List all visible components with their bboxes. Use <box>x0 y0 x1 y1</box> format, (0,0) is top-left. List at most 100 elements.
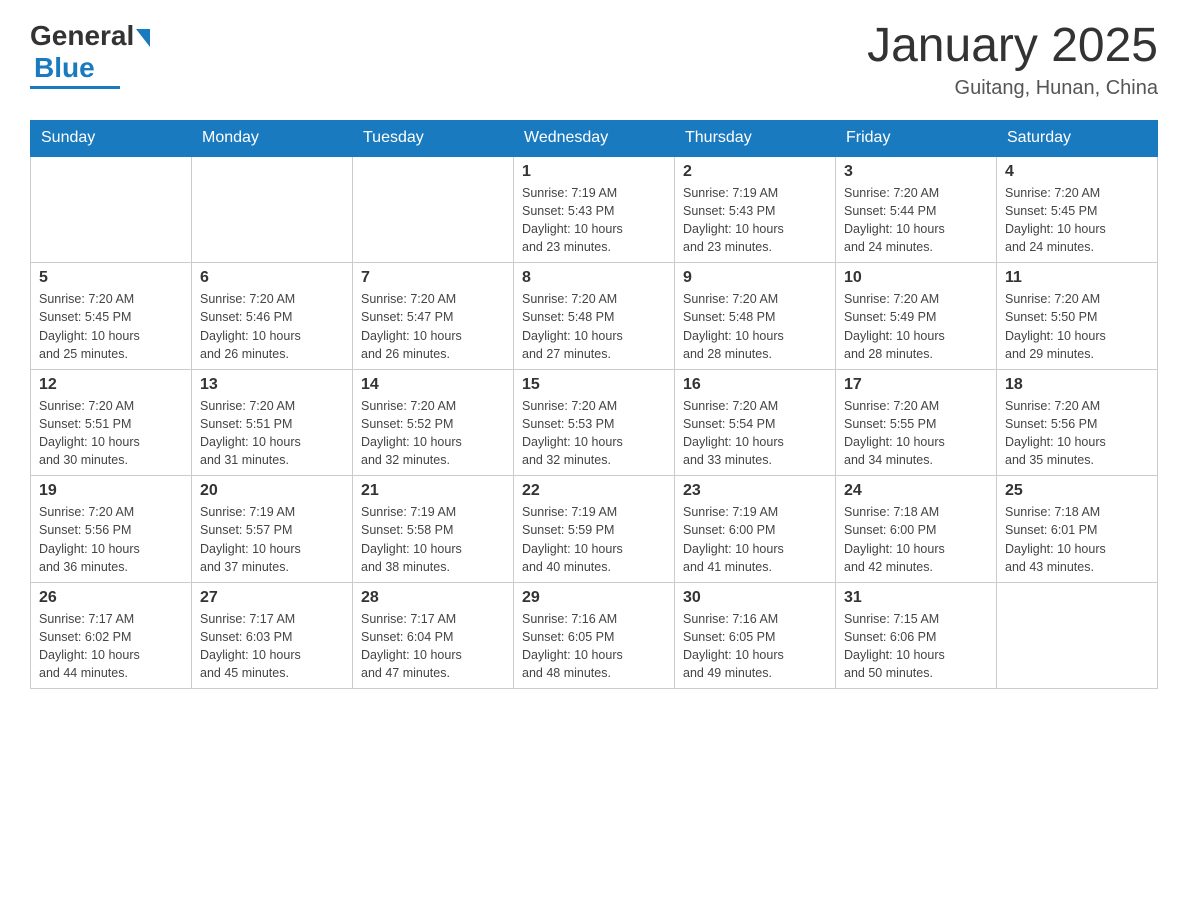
day-number: 6 <box>200 269 344 287</box>
day-number: 17 <box>844 376 988 394</box>
location: Guitang, Hunan, China <box>867 77 1158 100</box>
title-area: January 2025 Guitang, Hunan, China <box>867 20 1158 100</box>
page-header: General Blue January 2025 Guitang, Hunan… <box>30 20 1158 100</box>
calendar-cell: 29Sunrise: 7:16 AMSunset: 6:05 PMDayligh… <box>514 582 675 689</box>
calendar-cell: 3 Sunrise: 7:20 AMSunset: 5:44 PMDaylight… <box>836 156 997 263</box>
day-number: 11 <box>1005 269 1149 287</box>
day-info: Sunrise: 7:20 AMSunset: 5:51 PMDaylight:… <box>39 397 183 470</box>
calendar-cell: 30Sunrise: 7:16 AMSunset: 6:05 PMDayligh… <box>675 582 836 689</box>
calendar-cell: 6 Sunrise: 7:20 AMSunset: 5:46 PMDaylight… <box>192 263 353 370</box>
day-info: Sunrise: 7:20 AMSunset: 5:54 PMDaylight:… <box>683 397 827 470</box>
logo-blue-text: Blue <box>34 52 95 84</box>
day-number: 5 <box>39 269 183 287</box>
calendar-cell: 7 Sunrise: 7:20 AMSunset: 5:47 PMDaylight… <box>353 263 514 370</box>
day-number: 16 <box>683 376 827 394</box>
calendar-cell: 20 Sunrise: 7:19 AMSunset: 5:57 PMDayligh… <box>192 476 353 583</box>
calendar-cell: 17Sunrise: 7:20 AMSunset: 5:55 PMDayligh… <box>836 369 997 476</box>
day-number: 4 <box>1005 163 1149 181</box>
day-number: 24 <box>844 482 988 500</box>
calendar-cell: 31 Sunrise: 7:15 AMSunset: 6:06 PMDayligh… <box>836 582 997 689</box>
header-row: SundayMondayTuesdayWednesdayThursdayFrid… <box>31 120 1158 156</box>
day-info: Sunrise: 7:17 AMSunset: 6:04 PMDaylight:… <box>361 610 505 683</box>
day-number: 13 <box>200 376 344 394</box>
day-number: 19 <box>39 482 183 500</box>
day-number: 10 <box>844 269 988 287</box>
day-info: Sunrise: 7:20 AMSunset: 5:52 PMDaylight:… <box>361 397 505 470</box>
day-number: 9 <box>683 269 827 287</box>
day-number: 3 <box>844 163 988 181</box>
logo-arrow-icon <box>136 29 150 47</box>
day-header-friday: Friday <box>836 120 997 156</box>
week-row-2: 5 Sunrise: 7:20 AMSunset: 5:45 PMDaylight… <box>31 263 1158 370</box>
day-header-tuesday: Tuesday <box>353 120 514 156</box>
day-number: 29 <box>522 589 666 607</box>
day-info: Sunrise: 7:20 AMSunset: 5:44 PMDaylight:… <box>844 184 988 257</box>
day-number: 27 <box>200 589 344 607</box>
calendar-cell: 18 Sunrise: 7:20 AMSunset: 5:56 PMDayligh… <box>997 369 1158 476</box>
logo: General Blue <box>30 20 150 89</box>
day-info: Sunrise: 7:20 AMSunset: 5:48 PMDaylight:… <box>522 290 666 363</box>
day-info: Sunrise: 7:19 AMSunset: 5:57 PMDaylight:… <box>200 503 344 576</box>
day-info: Sunrise: 7:20 AMSunset: 5:56 PMDaylight:… <box>39 503 183 576</box>
calendar-cell: 19 Sunrise: 7:20 AMSunset: 5:56 PMDayligh… <box>31 476 192 583</box>
week-row-3: 12 Sunrise: 7:20 AMSunset: 5:51 PMDayligh… <box>31 369 1158 476</box>
week-row-5: 26Sunrise: 7:17 AMSunset: 6:02 PMDayligh… <box>31 582 1158 689</box>
day-info: Sunrise: 7:17 AMSunset: 6:03 PMDaylight:… <box>200 610 344 683</box>
day-info: Sunrise: 7:19 AMSunset: 5:58 PMDaylight:… <box>361 503 505 576</box>
calendar-cell: 26Sunrise: 7:17 AMSunset: 6:02 PMDayligh… <box>31 582 192 689</box>
calendar-cell: 16 Sunrise: 7:20 AMSunset: 5:54 PMDayligh… <box>675 369 836 476</box>
day-info: Sunrise: 7:19 AMSunset: 6:00 PMDaylight:… <box>683 503 827 576</box>
calendar-cell: 10Sunrise: 7:20 AMSunset: 5:49 PMDayligh… <box>836 263 997 370</box>
month-title: January 2025 <box>867 20 1158 73</box>
day-number: 7 <box>361 269 505 287</box>
calendar-cell: 22Sunrise: 7:19 AMSunset: 5:59 PMDayligh… <box>514 476 675 583</box>
day-info: Sunrise: 7:20 AMSunset: 5:45 PMDaylight:… <box>1005 184 1149 257</box>
day-info: Sunrise: 7:19 AMSunset: 5:43 PMDaylight:… <box>522 184 666 257</box>
day-number: 21 <box>361 482 505 500</box>
calendar-cell <box>192 156 353 263</box>
week-row-1: 1 Sunrise: 7:19 AMSunset: 5:43 PMDaylight… <box>31 156 1158 263</box>
day-info: Sunrise: 7:20 AMSunset: 5:47 PMDaylight:… <box>361 290 505 363</box>
calendar-body: 1 Sunrise: 7:19 AMSunset: 5:43 PMDaylight… <box>31 156 1158 689</box>
day-header-sunday: Sunday <box>31 120 192 156</box>
day-info: Sunrise: 7:20 AMSunset: 5:53 PMDaylight:… <box>522 397 666 470</box>
calendar-cell: 13 Sunrise: 7:20 AMSunset: 5:51 PMDayligh… <box>192 369 353 476</box>
day-number: 15 <box>522 376 666 394</box>
day-header-wednesday: Wednesday <box>514 120 675 156</box>
day-number: 12 <box>39 376 183 394</box>
calendar-cell: 5 Sunrise: 7:20 AMSunset: 5:45 PMDaylight… <box>31 263 192 370</box>
day-info: Sunrise: 7:19 AMSunset: 5:43 PMDaylight:… <box>683 184 827 257</box>
day-number: 26 <box>39 589 183 607</box>
logo-general-text: General <box>30 20 134 52</box>
day-info: Sunrise: 7:20 AMSunset: 5:51 PMDaylight:… <box>200 397 344 470</box>
calendar-cell: 12 Sunrise: 7:20 AMSunset: 5:51 PMDayligh… <box>31 369 192 476</box>
calendar-cell: 9Sunrise: 7:20 AMSunset: 5:48 PMDaylight… <box>675 263 836 370</box>
week-row-4: 19 Sunrise: 7:20 AMSunset: 5:56 PMDayligh… <box>31 476 1158 583</box>
day-header-saturday: Saturday <box>997 120 1158 156</box>
day-info: Sunrise: 7:16 AMSunset: 6:05 PMDaylight:… <box>683 610 827 683</box>
calendar-cell: 2Sunrise: 7:19 AMSunset: 5:43 PMDaylight… <box>675 156 836 263</box>
day-info: Sunrise: 7:20 AMSunset: 5:46 PMDaylight:… <box>200 290 344 363</box>
calendar-cell: 21 Sunrise: 7:19 AMSunset: 5:58 PMDayligh… <box>353 476 514 583</box>
day-number: 22 <box>522 482 666 500</box>
calendar-cell <box>997 582 1158 689</box>
calendar-cell: 28 Sunrise: 7:17 AMSunset: 6:04 PMDayligh… <box>353 582 514 689</box>
day-number: 20 <box>200 482 344 500</box>
calendar-cell: 23 Sunrise: 7:19 AMSunset: 6:00 PMDayligh… <box>675 476 836 583</box>
calendar-cell: 25Sunrise: 7:18 AMSunset: 6:01 PMDayligh… <box>997 476 1158 583</box>
calendar-cell: 24Sunrise: 7:18 AMSunset: 6:00 PMDayligh… <box>836 476 997 583</box>
calendar-cell: 15 Sunrise: 7:20 AMSunset: 5:53 PMDayligh… <box>514 369 675 476</box>
day-info: Sunrise: 7:20 AMSunset: 5:56 PMDaylight:… <box>1005 397 1149 470</box>
calendar-cell: 27 Sunrise: 7:17 AMSunset: 6:03 PMDayligh… <box>192 582 353 689</box>
day-number: 18 <box>1005 376 1149 394</box>
day-info: Sunrise: 7:15 AMSunset: 6:06 PMDaylight:… <box>844 610 988 683</box>
day-number: 1 <box>522 163 666 181</box>
calendar-header: SundayMondayTuesdayWednesdayThursdayFrid… <box>31 120 1158 156</box>
day-number: 28 <box>361 589 505 607</box>
day-header-thursday: Thursday <box>675 120 836 156</box>
day-info: Sunrise: 7:20 AMSunset: 5:45 PMDaylight:… <box>39 290 183 363</box>
day-number: 14 <box>361 376 505 394</box>
day-number: 31 <box>844 589 988 607</box>
calendar-cell: 8Sunrise: 7:20 AMSunset: 5:48 PMDaylight… <box>514 263 675 370</box>
day-number: 23 <box>683 482 827 500</box>
